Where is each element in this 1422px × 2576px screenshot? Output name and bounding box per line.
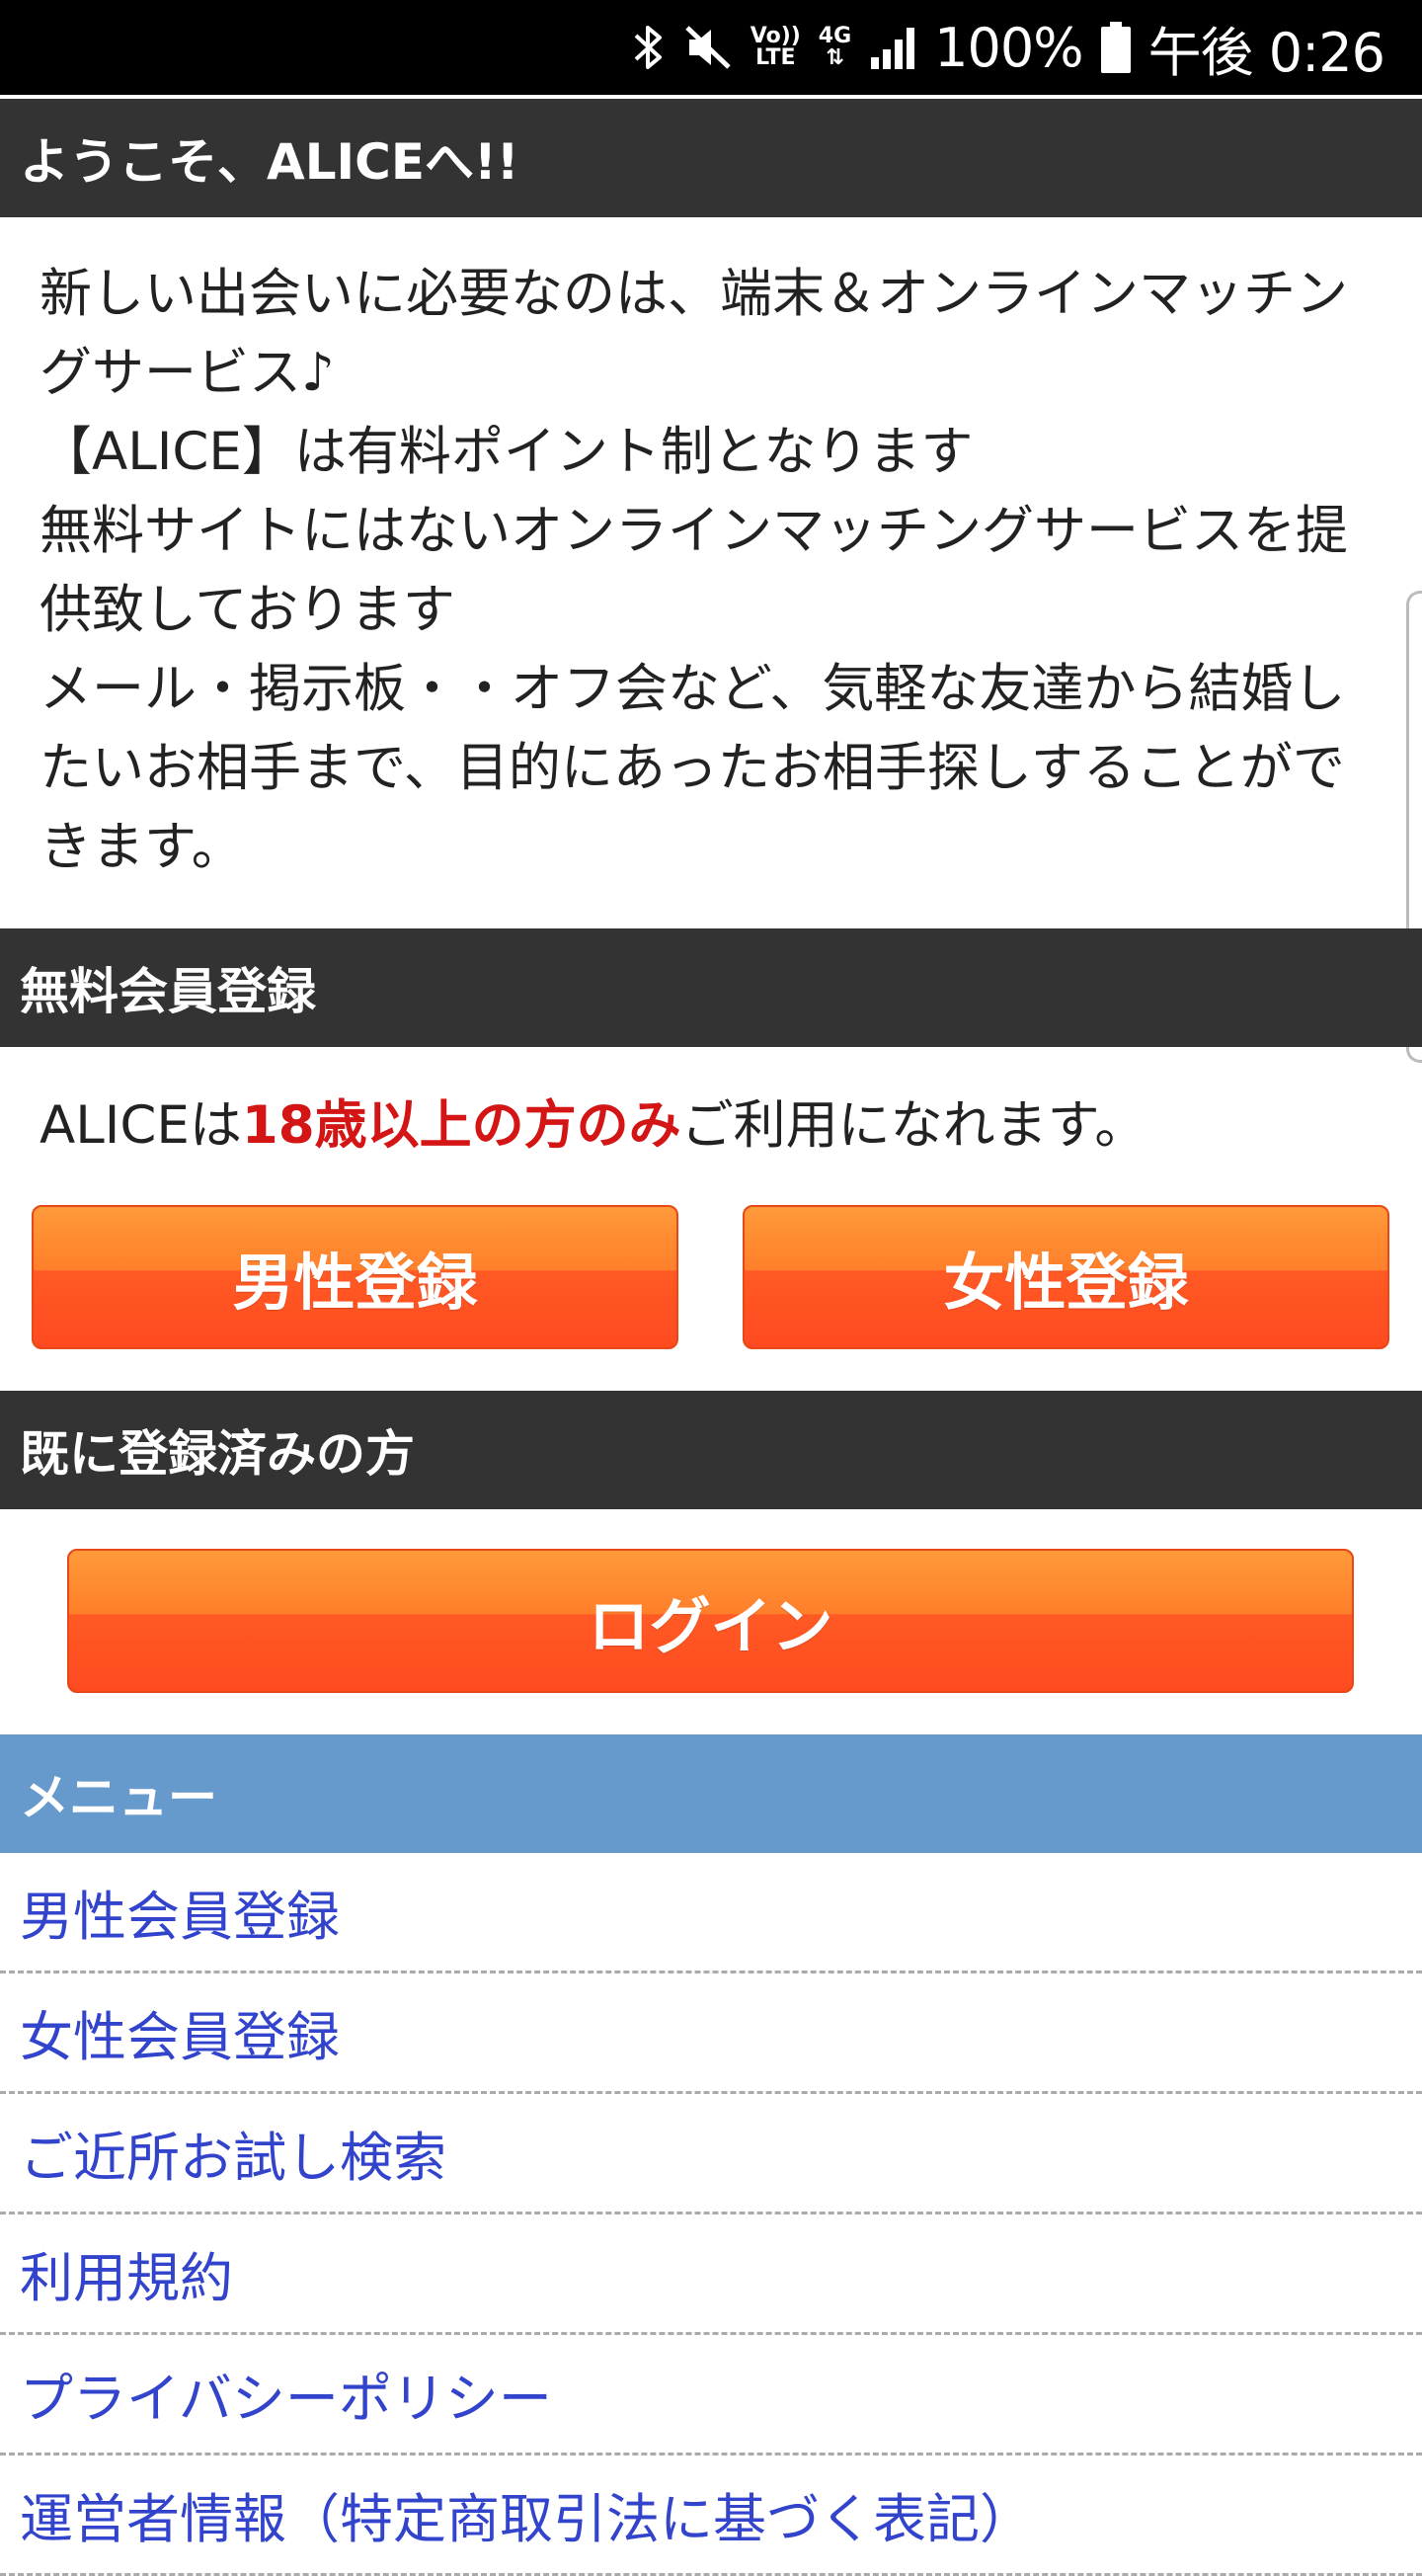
menu-link-privacy[interactable]: プライバシーポリシー — [20, 2355, 552, 2433]
signal-icon — [869, 26, 916, 69]
age-notice-highlight: 18歳以上の方のみ — [241, 1095, 681, 1156]
menu-header-text: メニュー — [20, 1769, 217, 1826]
menu-header: メニュー — [0, 1734, 1422, 1853]
registration-header: 無料会員登録 — [0, 928, 1422, 1047]
age-notice: ALICEは18歳以上の方のみご利用になれます。 — [40, 1087, 1146, 1166]
female-register-button[interactable]: 女性登録 — [743, 1205, 1389, 1349]
login-header-text: 既に登録済みの方 — [20, 1425, 415, 1483]
menu-link-male-register[interactable]: 男性会員登録 — [20, 1873, 340, 1951]
intro-paragraph: 【ALICE】は有料ポイント制となります — [40, 422, 974, 482]
menu-link-operator-info[interactable]: 運営者情報（特定商取引法に基づく表記） — [20, 2475, 1033, 2553]
login-header: 既に登録済みの方 — [0, 1391, 1422, 1509]
network-4g-icon: 4G ⇅ — [818, 24, 852, 70]
welcome-header: ようこそ、ALICEへ!! — [0, 99, 1422, 217]
battery-icon — [1100, 22, 1131, 73]
male-register-button[interactable]: 男性登録 — [32, 1205, 678, 1349]
bluetooth-icon — [632, 22, 666, 73]
intro-paragraph: 無料サイトにはないオンラインマッチングサービスを提供致しております — [40, 501, 1348, 640]
mute-icon — [683, 22, 733, 73]
login-label: ログイン — [588, 1590, 833, 1662]
network-label: 4G — [818, 24, 852, 48]
welcome-header-text: ようこそ、ALICEへ!! — [20, 133, 519, 191]
menu-item: 利用規約 — [0, 2214, 1422, 2335]
menu-item: プライバシーポリシー — [0, 2335, 1422, 2455]
volte-label-bottom: LTE — [755, 45, 796, 70]
age-notice-suffix: ご利用になれます。 — [680, 1095, 1147, 1156]
menu-list: 男性会員登録 女性会員登録 ご近所お試し検索 利用規約 プライバシーポリシー 運… — [0, 1853, 1422, 2576]
menu-item: ご近所お試し検索 — [0, 2094, 1422, 2214]
intro-paragraph: 新しい出会いに必要なのは、端末＆オンラインマッチングサービス♪ — [40, 264, 1348, 403]
registration-header-text: 無料会員登録 — [20, 963, 316, 1020]
female-register-label: 女性登録 — [943, 1247, 1189, 1319]
male-register-label: 男性登録 — [232, 1247, 478, 1319]
menu-item: 運営者情報（特定商取引法に基づく表記） — [0, 2455, 1422, 2576]
status-bar: Vo)) LTE 4G ⇅ 100% 午後 0:26 — [0, 0, 1422, 95]
age-notice-prefix: ALICEは — [40, 1095, 242, 1156]
intro-text: 新しい出会いに必要なのは、端末＆オンラインマッチングサービス♪ 【ALICE】は… — [40, 255, 1363, 887]
login-button[interactable]: ログイン — [67, 1549, 1354, 1693]
clock: 午後 0:26 — [1147, 21, 1385, 84]
menu-item: 女性会員登録 — [0, 1973, 1422, 2094]
menu-link-female-register[interactable]: 女性会員登録 — [20, 1993, 340, 2071]
intro-paragraph: メール・掲示板・・オフ会など、気軽な友達から結婚したいお相手まで、目的にあったお… — [40, 659, 1346, 877]
menu-link-terms[interactable]: 利用規約 — [20, 2234, 233, 2312]
menu-link-nearby-search[interactable]: ご近所お試し検索 — [20, 2114, 446, 2192]
volte-icon: Vo)) LTE — [750, 26, 801, 69]
battery-percent: 100% — [934, 16, 1083, 79]
menu-item: 男性会員登録 — [0, 1853, 1422, 1973]
